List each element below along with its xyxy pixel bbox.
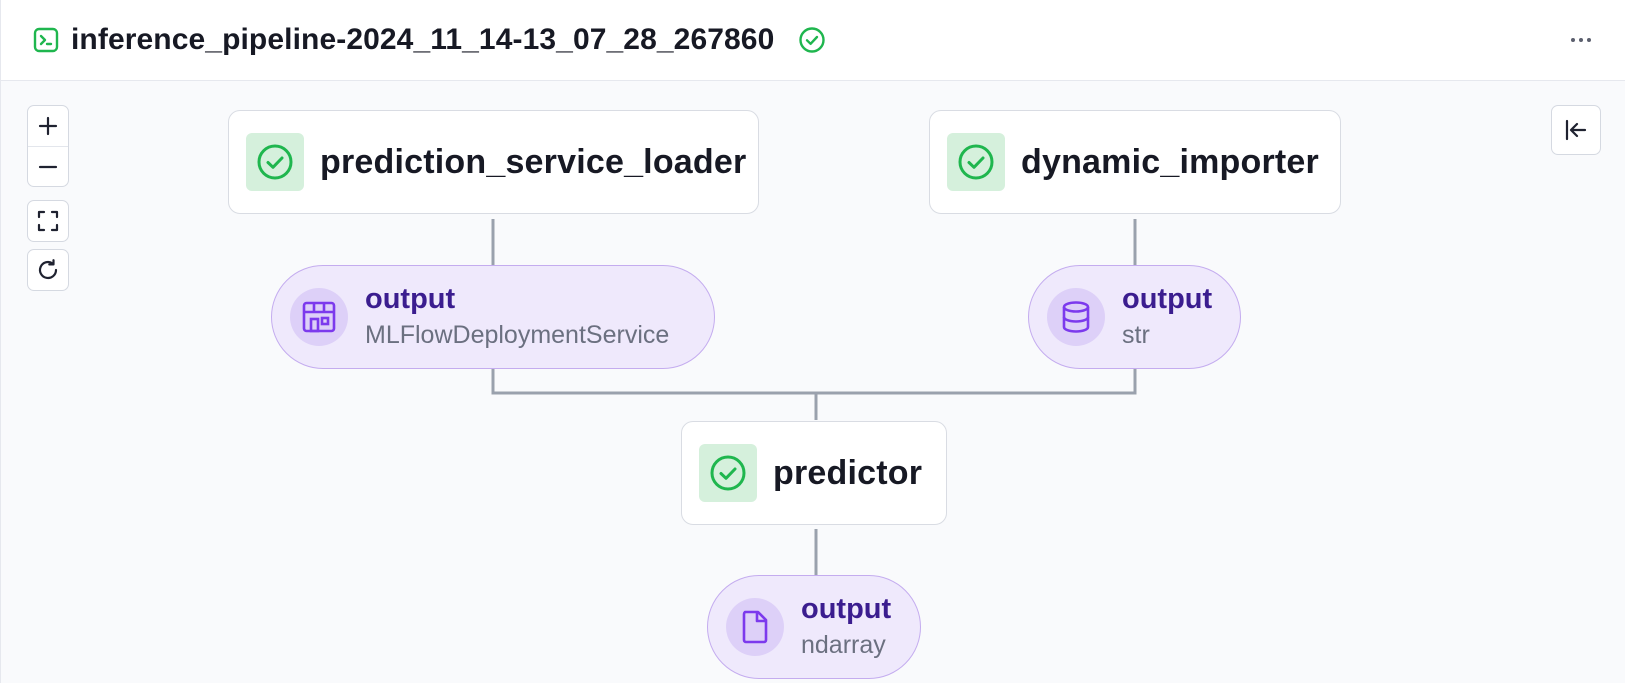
fit-view-icon bbox=[37, 210, 59, 232]
service-icon bbox=[302, 301, 336, 333]
artifact-icon-wrap bbox=[290, 288, 348, 346]
refresh-icon bbox=[38, 259, 58, 280]
artifact-icon-wrap bbox=[726, 598, 784, 656]
artifact-node-ndarray[interactable]: output ndarray bbox=[707, 575, 921, 679]
artifact-node-mlflow-service[interactable]: output MLFlowDeploymentService bbox=[271, 265, 715, 369]
step-node-dynamic-importer[interactable]: dynamic_importer bbox=[929, 110, 1341, 214]
collapse-sidebar-button[interactable] bbox=[1551, 105, 1601, 155]
reset-layout-button[interactable] bbox=[28, 250, 68, 290]
step-node-predictor[interactable]: predictor bbox=[681, 421, 947, 525]
terminal-icon bbox=[33, 27, 59, 53]
artifact-type: str bbox=[1122, 321, 1150, 349]
zoom-controls bbox=[27, 105, 69, 187]
artifact-name: output bbox=[801, 593, 892, 625]
zoom-out-button[interactable] bbox=[28, 146, 68, 186]
check-circle-icon bbox=[958, 144, 994, 180]
artifact-name: output bbox=[365, 283, 456, 315]
artifact-type: ndarray bbox=[801, 631, 886, 659]
artifact-type: MLFlowDeploymentService bbox=[365, 321, 670, 349]
fit-view-button[interactable] bbox=[28, 201, 68, 241]
step-status-badge bbox=[246, 133, 304, 191]
step-name: dynamic_importer bbox=[1021, 142, 1319, 181]
run-header: inference_pipeline-2024_11_14-13_07_28_2… bbox=[0, 0, 1625, 81]
database-icon bbox=[1062, 301, 1090, 333]
step-name: prediction_service_loader bbox=[320, 142, 747, 181]
run-title: inference_pipeline-2024_11_14-13_07_28_2… bbox=[71, 23, 775, 56]
minus-icon bbox=[38, 165, 58, 168]
artifact-icon-wrap bbox=[1047, 288, 1105, 346]
check-circle-icon bbox=[710, 455, 746, 491]
pipeline-run-view: inference_pipeline-2024_11_14-13_07_28_2… bbox=[0, 0, 1625, 683]
fit-view-control bbox=[27, 200, 69, 242]
file-icon bbox=[742, 610, 768, 644]
edge-outputs-to-predictor bbox=[491, 368, 1137, 395]
artifact-node-str[interactable]: output str bbox=[1028, 265, 1241, 369]
collapse-left-icon bbox=[1565, 119, 1587, 141]
step-node-prediction-service-loader[interactable]: prediction_service_loader bbox=[228, 110, 759, 214]
check-circle-icon bbox=[257, 144, 293, 180]
reset-control bbox=[27, 249, 69, 291]
zoom-in-button[interactable] bbox=[28, 106, 68, 146]
plus-icon bbox=[38, 116, 58, 136]
dag-canvas[interactable]: prediction_service_loader dynamic_import… bbox=[0, 81, 1625, 683]
check-circle-icon bbox=[799, 27, 825, 53]
step-name: predictor bbox=[773, 453, 923, 492]
step-status-badge bbox=[699, 444, 757, 502]
more-horizontal-icon bbox=[1571, 38, 1575, 42]
more-options-button[interactable] bbox=[1563, 24, 1599, 56]
step-status-badge bbox=[947, 133, 1005, 191]
artifact-name: output bbox=[1122, 283, 1213, 315]
